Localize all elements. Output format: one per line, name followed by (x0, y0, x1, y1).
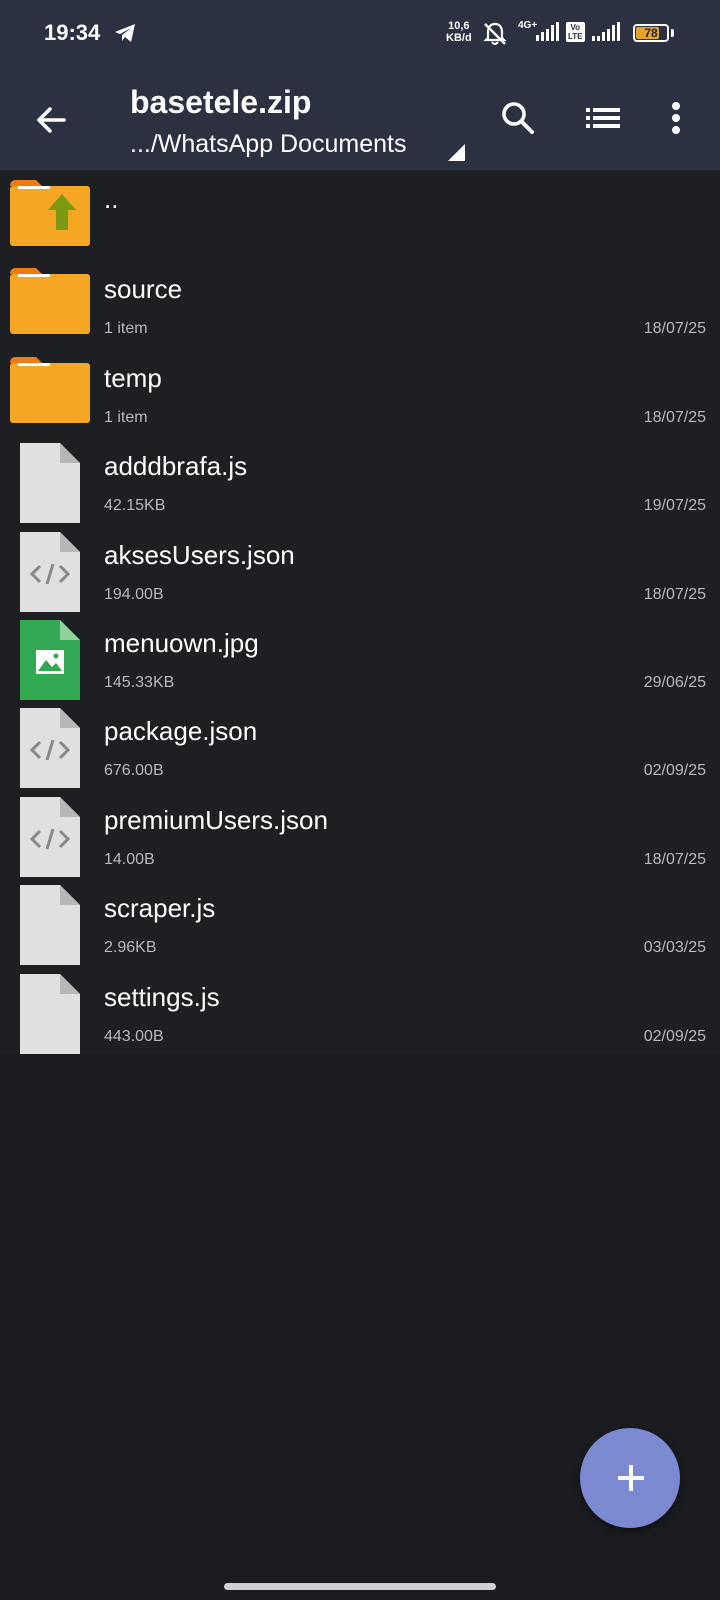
signal-icon (536, 22, 560, 47)
list-item[interactable]: adddbrafa.js 42.15KB 19/07/25 (0, 435, 720, 524)
arrow-left-icon (37, 107, 66, 133)
list-item[interactable]: aksesUsers.json 194.00B 18/07/25 (0, 524, 720, 612)
app-bar: basetele.zip .../WhatsApp Documents (0, 68, 720, 170)
back-button[interactable] (30, 98, 74, 142)
battery-level: 78 (644, 26, 658, 40)
file-date: 18/07/25 (643, 585, 706, 603)
list-item[interactable]: premiumUsers.json 14.00B 18/07/25 (0, 789, 720, 877)
file-meta: 443.00B (104, 1027, 164, 1045)
volte-label-bottom: LTE (568, 32, 583, 41)
file-name: menuown.jpg (104, 628, 259, 658)
list-view-icon (586, 108, 620, 128)
file-date: 29/06/25 (643, 674, 706, 691)
dropdown-caret-icon[interactable] (448, 144, 465, 161)
file-date: 03/03/25 (643, 939, 706, 957)
file-meta: 676.00B (104, 762, 164, 780)
search-button[interactable] (498, 98, 538, 138)
file-date: 19/07/25 (643, 497, 706, 515)
more-options-button[interactable] (664, 98, 688, 138)
search-icon (502, 102, 534, 134)
file-name: adddbrafa.js (104, 451, 248, 482)
battery-icon: 78 (633, 24, 669, 42)
net-speed-indicator: 10,6 KB/d (446, 20, 472, 44)
file-meta: 194.00B (104, 585, 164, 603)
file-meta: 145.33KB (104, 674, 175, 691)
file-name: .. (104, 184, 119, 214)
plus-icon-vertical (629, 1465, 633, 1491)
file-meta: 1 item (104, 320, 148, 338)
more-vert-icon (672, 102, 680, 134)
list-item[interactable]: menuown.jpg 145.33KB 29/06/25 (0, 612, 720, 700)
file-name: source (104, 274, 183, 305)
status-time: 19:34 (44, 20, 101, 45)
network-type: 4G+ (518, 20, 538, 31)
page-title: basetele.zip (130, 84, 312, 120)
file-meta: 42.15KB (104, 497, 166, 515)
image-file-icon (10, 620, 92, 700)
list-item[interactable]: source 1 item 18/07/25 (0, 258, 720, 346)
battery-tip (671, 29, 674, 37)
net-speed-unit: KB/d (446, 32, 472, 44)
file-name: premiumUsers.json (104, 804, 328, 835)
folder-icon (10, 355, 92, 427)
file-date: 18/07/25 (643, 408, 706, 426)
code-file-icon (10, 796, 92, 877)
list-item[interactable]: temp 1 item 18/07/25 (0, 347, 720, 435)
file-name: temp (104, 362, 162, 393)
parent-folder-row[interactable]: .. (0, 170, 720, 258)
file-name: aksesUsers.json (104, 539, 295, 570)
gesture-nav-bar[interactable] (224, 1583, 496, 1590)
list-item[interactable]: package.json 676.00B 02/09/25 (0, 700, 720, 789)
folder-icon (10, 266, 92, 338)
file-icon (10, 973, 92, 1054)
file-meta: 1 item (104, 408, 148, 426)
file-meta: 14.00B (104, 850, 155, 868)
folder-up-icon (10, 178, 92, 250)
status-bar: 19:34 10,6 KB/d 4G+ Vo LTE 78 (0, 0, 720, 68)
net-speed-value: 10,6 (448, 20, 470, 32)
volte-badge: Vo LTE (566, 22, 585, 42)
file-date: 02/09/25 (643, 1027, 706, 1045)
signal-icon-2 (592, 22, 624, 47)
code-file-icon (10, 531, 92, 612)
file-name: settings.js (104, 981, 220, 1012)
file-date: 02/09/25 (643, 762, 706, 780)
telegram-icon (114, 23, 136, 48)
file-name: scraper.js (104, 893, 216, 924)
file-meta: 2.96KB (104, 939, 157, 957)
view-mode-button[interactable] (584, 100, 624, 136)
volte-label-top: Vo (570, 23, 581, 32)
path-dropdown[interactable]: .../WhatsApp Documents (130, 130, 407, 159)
file-date: 18/07/25 (643, 850, 706, 868)
file-name: package.json (104, 716, 258, 747)
add-button[interactable] (580, 1428, 680, 1528)
list-item[interactable]: settings.js 443.00B 02/09/25 (0, 966, 720, 1054)
file-list: .. source 1 item 18/07/25 temp 1 item 18/07/25… (0, 170, 720, 1054)
list-item[interactable]: scraper.js 2.96KB 03/03/25 (0, 877, 720, 966)
code-file-icon (10, 708, 92, 789)
bell-mute-icon (482, 21, 508, 52)
file-icon (10, 885, 92, 966)
file-date: 18/07/25 (643, 320, 706, 338)
file-icon (10, 443, 92, 524)
